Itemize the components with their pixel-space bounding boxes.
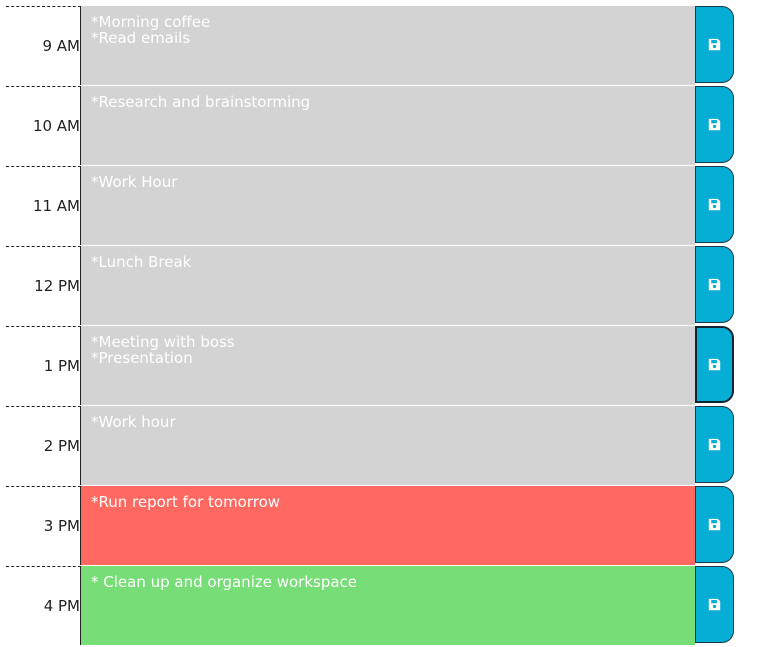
time-block: 3 PM *Run report for tomorrow [0, 486, 757, 566]
hour-label: 2 PM [6, 406, 81, 485]
floppy-disk-icon [708, 38, 721, 51]
event-description[interactable]: *Work Hour [81, 166, 695, 245]
event-description[interactable]: *Meeting with boss *Presentation [81, 326, 695, 405]
time-block: 11 AM *Work Hour [0, 166, 757, 246]
floppy-disk-icon [708, 358, 721, 371]
hour-label: 11 AM [6, 166, 81, 245]
save-button[interactable] [695, 486, 734, 563]
hour-label: 1 PM [6, 326, 81, 405]
floppy-disk-icon [708, 518, 721, 531]
hour-label: 10 AM [6, 86, 81, 165]
time-block: 2 PM *Work hour [0, 406, 757, 486]
day-planner: 9 AM *Morning coffee *Read emails 10 AM … [0, 6, 757, 646]
time-block: 1 PM *Meeting with boss *Presentation [0, 326, 757, 406]
time-block: 12 PM *Lunch Break [0, 246, 757, 326]
hour-label: 3 PM [6, 486, 81, 565]
save-button[interactable] [695, 326, 734, 403]
event-description[interactable]: *Morning coffee *Read emails [81, 6, 695, 85]
floppy-disk-icon [708, 118, 721, 131]
floppy-disk-icon [708, 198, 721, 211]
hour-label: 4 PM [6, 566, 81, 645]
time-block: 9 AM *Morning coffee *Read emails [0, 6, 757, 86]
floppy-disk-icon [708, 438, 721, 451]
save-button[interactable] [695, 166, 734, 243]
event-description[interactable]: *Run report for tomorrow [81, 486, 695, 565]
save-button[interactable] [695, 86, 734, 163]
save-button[interactable] [695, 6, 734, 83]
event-description[interactable]: *Research and brainstorming [81, 86, 695, 165]
hour-label: 9 AM [6, 6, 81, 85]
floppy-disk-icon [708, 598, 721, 611]
save-button[interactable] [695, 406, 734, 483]
event-description[interactable]: *Lunch Break [81, 246, 695, 325]
time-block: 10 AM *Research and brainstorming [0, 86, 757, 166]
event-description[interactable]: *Work hour [81, 406, 695, 485]
save-button[interactable] [695, 566, 734, 643]
floppy-disk-icon [708, 278, 721, 291]
time-block: 4 PM * Clean up and organize workspace [0, 566, 757, 646]
event-description[interactable]: * Clean up and organize workspace [81, 566, 695, 645]
save-button[interactable] [695, 246, 734, 323]
hour-label: 12 PM [6, 246, 81, 325]
